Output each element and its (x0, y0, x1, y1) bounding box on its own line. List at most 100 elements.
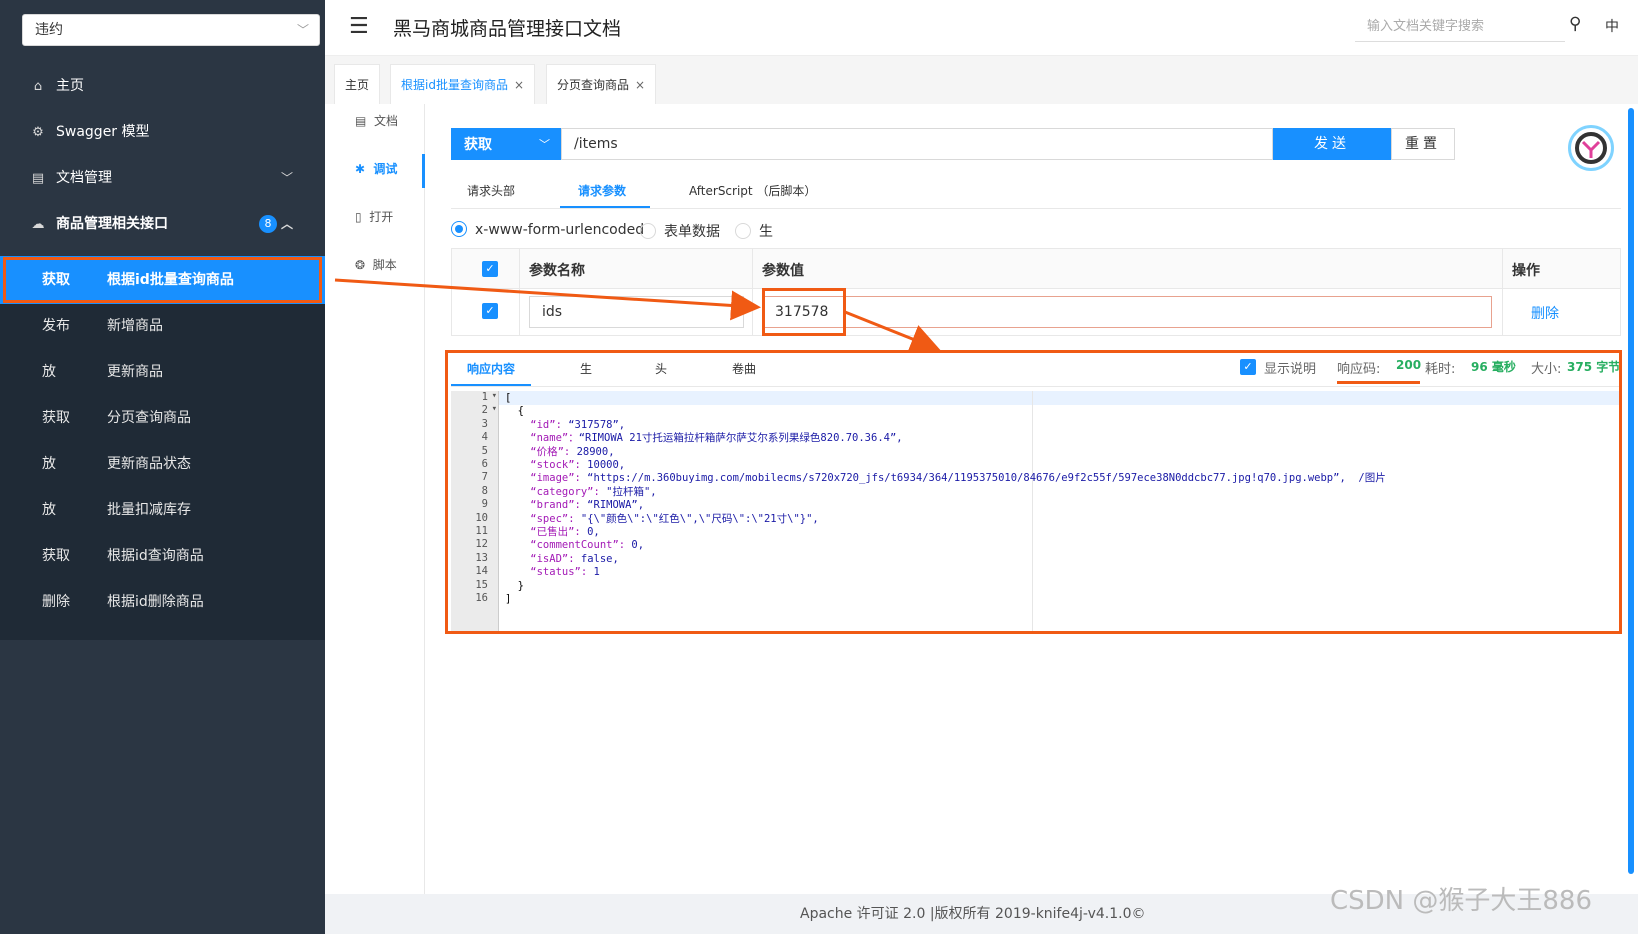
api-label: 新增商品 (107, 318, 163, 334)
close-icon[interactable]: × (514, 78, 524, 92)
api-item[interactable]: 发布 新增商品 (0, 302, 325, 350)
open-icon: ▯ (355, 210, 362, 224)
sidebar-item-doc-management[interactable]: ▤ 文档管理 ﹀ (0, 154, 325, 202)
tab-response-raw[interactable]: 生 (580, 360, 592, 377)
api-method: 获取 (42, 410, 70, 426)
sidebar-item-home[interactable]: ⌂ 主页 (0, 62, 325, 110)
http-method-select[interactable]: 获取 ﹀ (451, 128, 561, 160)
tab-label: 根据id批量查询商品 (401, 78, 508, 92)
side-tab-label: 调试 (373, 162, 398, 176)
row-checkbox[interactable]: ✓ (482, 303, 498, 319)
reset-button[interactable]: 重置 (1391, 128, 1455, 160)
api-item[interactable]: 获取 分页查询商品 (0, 394, 325, 442)
radio-raw[interactable]: 生 (735, 221, 773, 241)
side-tab-doc[interactable]: ▤ 文档 (355, 112, 398, 129)
sidebar-item-label: Swagger 模型 (56, 124, 150, 140)
tab-request-headers[interactable]: 请求头部 (467, 182, 515, 199)
status-code-label: 响应码: (1337, 362, 1381, 377)
status-code: 200 (1396, 358, 1421, 373)
size: 375 字节 (1567, 358, 1620, 375)
tab-request-params[interactable]: 请求参数 (578, 182, 626, 199)
radio-dot (640, 223, 656, 239)
api-item[interactable]: 获取 根据id查询商品 (0, 532, 325, 580)
doc-side-tabs: ▤ 文档 ✱ 调试 ▯ 打开 ❂ 脚本 (325, 104, 425, 894)
show-description-checkbox[interactable]: ✓ (1240, 359, 1256, 375)
api-item[interactable]: 放 更新商品状态 (0, 440, 325, 488)
radio-label: 表单数据 (664, 224, 720, 240)
param-value-input[interactable]: 317578 (762, 296, 1492, 328)
api-item[interactable]: 放 批量扣减库存 (0, 486, 325, 534)
close-icon[interactable]: × (635, 78, 645, 92)
document-icon: ▤ (355, 114, 367, 128)
api-label: 根据id删除商品 (107, 594, 204, 610)
radio-label: 生 (759, 224, 773, 240)
document-icon: ▤ (31, 171, 45, 186)
script-icon: ❂ (355, 258, 366, 272)
side-tab-script[interactable]: ❂ 脚本 (355, 256, 397, 273)
side-tab-open[interactable]: ▯ 打开 (355, 208, 393, 225)
line-number: 9 (481, 498, 488, 511)
delete-param-link[interactable]: 删除 (1531, 303, 1559, 323)
menu-fold-icon[interactable]: ☰ (349, 14, 369, 39)
radio-urlencoded[interactable]: x-www-form-urlencoded (451, 221, 644, 238)
side-tab-label: 文档 (373, 114, 398, 128)
code-line: “stock”: 10000, (505, 459, 626, 471)
tab-label: 主页 (345, 78, 370, 92)
divider (451, 386, 1621, 387)
search-input[interactable]: 输入文档关键字搜索 (1355, 12, 1565, 42)
code-line: } (505, 579, 524, 592)
doc-group-select[interactable]: 违约 ﹀ (22, 14, 320, 46)
tab-home[interactable]: 主页 (334, 64, 381, 104)
tab-page-query[interactable]: 分页查询商品 × (546, 64, 657, 104)
code-line: “commentCount”: 0, (505, 539, 645, 552)
response-editor[interactable]: 12345678910111213141516 [ { “id”: “31757… (451, 391, 1621, 631)
param-name-input[interactable]: ids (529, 296, 744, 328)
code-line: { (505, 405, 524, 418)
api-item[interactable]: 获取 根据id批量查询商品 (0, 256, 325, 304)
doc-group-select-value: 违约 (35, 22, 63, 38)
code-line: ] (505, 593, 512, 605)
radio-form-data[interactable]: 表单数据 (640, 221, 720, 241)
code-line: “id”: “317578”, (505, 418, 626, 431)
top-header: ☰ 黑马商城商品管理接口文档 输入文档关键字搜索 ⚲ 中 (325, 0, 1638, 56)
line-number: 13 (475, 551, 488, 564)
tab-afterscript[interactable]: AfterScript （后脚本） (689, 182, 816, 199)
elapsed-value: 96 毫秒 (1471, 360, 1516, 374)
line-number: 8 (481, 484, 488, 497)
print-margin (1032, 391, 1033, 631)
line-number: 14 (475, 565, 488, 578)
tab-response-curl[interactable]: 卷曲 (732, 360, 756, 377)
tab-batch-query[interactable]: 根据id批量查询商品 × (390, 64, 536, 104)
radio-dot (735, 223, 751, 239)
api-item[interactable]: 放 更新商品 (0, 348, 325, 396)
code-line: [ (505, 392, 512, 404)
active-indicator (422, 154, 425, 188)
home-icon: ⌂ (33, 79, 43, 94)
api-method: 放 (42, 364, 56, 380)
cloud-icon: ☁ (31, 217, 45, 232)
line-number: 2 (482, 404, 498, 416)
bug-icon: ✱ (355, 162, 366, 176)
tab-response-body[interactable]: 响应内容 (467, 360, 515, 377)
scrollbar[interactable] (1628, 108, 1634, 874)
send-button[interactable]: 发送 (1273, 128, 1391, 160)
sidebar-item-label: 文档管理 (56, 170, 112, 186)
sidebar-group-product-api[interactable]: ☁ 商品管理相关接口 8 ︿ (0, 200, 325, 248)
api-label: 更新商品 (107, 364, 163, 380)
code-line: “价格”: 28900, (505, 445, 615, 458)
language-switch[interactable]: 中 (1605, 16, 1619, 36)
line-number: 4 (481, 431, 488, 444)
chevron-down-icon: ﹀ (539, 138, 550, 151)
api-item[interactable]: 删除 根据id删除商品 (0, 578, 325, 626)
side-tab-debug[interactable]: ✱ 调试 (355, 160, 397, 177)
select-all-checkbox[interactable]: ✓ (482, 261, 498, 277)
api-label: 批量扣减库存 (107, 502, 191, 518)
search-icon[interactable]: ⚲ (1569, 14, 1581, 34)
tab-response-headers[interactable]: 头 (655, 360, 667, 377)
size-label: 大小: (1531, 362, 1562, 377)
code-line: “isAD”: false, (505, 552, 619, 565)
url-input[interactable]: /items (561, 128, 1273, 160)
sidebar-item-swagger-models[interactable]: ⚙ Swagger 模型 (0, 108, 325, 156)
column-header: 参数名称 (529, 263, 585, 279)
code-line: “brand”: “RIMOWA”, (505, 499, 645, 512)
